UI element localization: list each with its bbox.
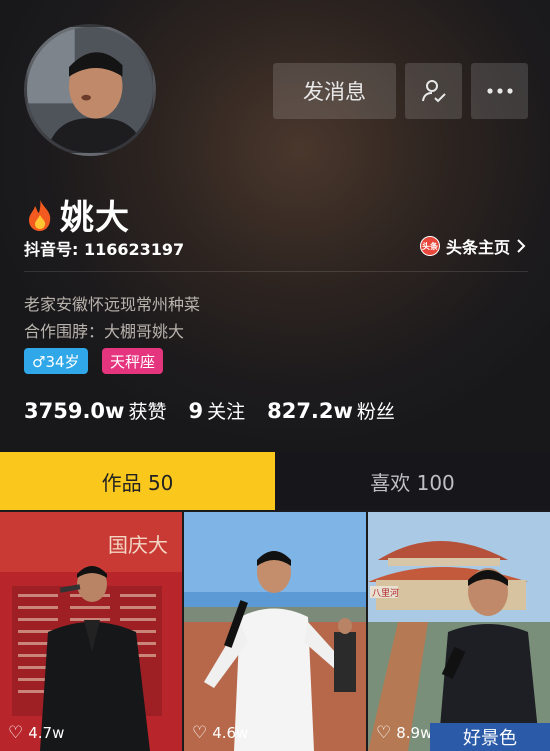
video-thumbnail-image: 八里河 [368, 512, 550, 751]
content-tabs: 作品 50 喜欢 100 [0, 452, 550, 510]
video-likes-value: 8.9w [396, 724, 433, 742]
chevron-right-icon [517, 239, 526, 253]
fans-label: 粉丝 [356, 401, 395, 423]
likes-stat: 3759.0w 获赞 [24, 397, 166, 424]
video-thumbnail-image [184, 512, 366, 751]
send-message-label: 发消息 [303, 80, 366, 104]
following-stat[interactable]: 9 关注 [188, 397, 245, 424]
tab-favorites[interactable]: 喜欢 100 [275, 452, 550, 510]
age-gender-tag: ♂34岁 [24, 348, 88, 374]
bio-line-1: 老家安徽怀远现常州种菜 [24, 295, 201, 314]
video-thumbnail[interactable]: ♡ 4.6w [184, 512, 366, 751]
video-thumbnail[interactable]: 国庆大 ♡ 4.7w [0, 512, 182, 751]
send-message-button[interactable]: 发消息 [273, 63, 396, 119]
tab-works[interactable]: 作品 50 [0, 452, 275, 510]
follow-button[interactable] [405, 63, 462, 119]
profile-name: 姚大 [60, 198, 130, 238]
profile-stats: 3759.0w 获赞 9 关注 827.2w 粉丝 [24, 397, 417, 424]
heart-outline-icon: ♡ [376, 723, 392, 743]
toutiao-homepage-label: 头条主页 [445, 238, 510, 257]
avatar[interactable] [24, 24, 156, 156]
toutiao-homepage-link[interactable]: 头条 头条主页 [419, 234, 528, 258]
profile-name-row: 姚大 [24, 190, 130, 239]
video-thumbnail-image: 国庆大 [0, 512, 182, 751]
video-likes-value: 4.6w [212, 724, 249, 742]
likes-count: 3759.0w [24, 399, 125, 423]
douyin-id: 抖音号: 116623197 [24, 240, 185, 259]
heart-outline-icon: ♡ [8, 723, 24, 743]
user-check-icon [421, 80, 446, 103]
bio-line-2: 合作围脖：大棚哥姚大 [24, 322, 185, 341]
banner-text: 国庆大 [108, 533, 168, 557]
video-caption: 好景色 [430, 723, 550, 751]
zodiac-tag: 天秤座 [102, 348, 164, 374]
heart-outline-icon: ♡ [192, 723, 208, 743]
fans-count: 827.2w [267, 399, 353, 423]
more-options-button[interactable] [471, 63, 528, 119]
video-like-count: ♡ 8.9w [376, 723, 432, 743]
header-divider [24, 271, 528, 272]
likes-label: 获赞 [128, 401, 167, 423]
following-count: 9 [188, 399, 204, 423]
following-label: 关注 [207, 401, 246, 423]
video-likes-value: 4.7w [28, 724, 65, 742]
fans-stat[interactable]: 827.2w 粉丝 [267, 397, 395, 424]
flame-icon [29, 198, 51, 231]
more-dots-icon [486, 88, 513, 94]
video-thumbnail[interactable]: 八里河 ♡ 8.9w 好景色 [368, 512, 550, 751]
video-like-count: ♡ 4.7w [8, 723, 64, 743]
toutiao-logo-icon: 头条 [419, 236, 440, 256]
avatar-photo [27, 27, 153, 153]
video-like-count: ♡ 4.6w [192, 723, 248, 743]
sign-text: 八里河 [372, 587, 399, 599]
